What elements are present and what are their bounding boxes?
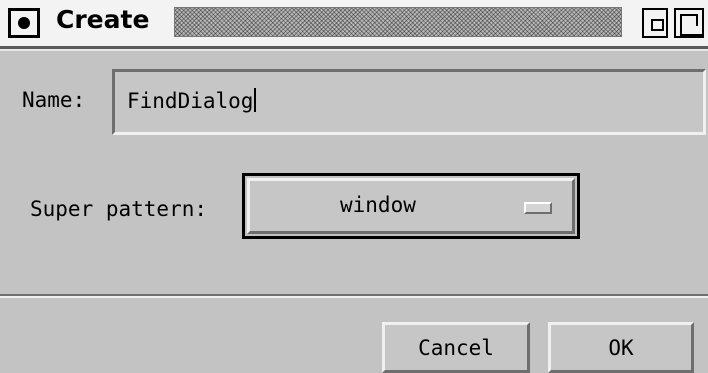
title-drag-area[interactable] <box>174 7 622 37</box>
window-menu-icon <box>18 17 30 29</box>
title-bar[interactable]: Create <box>0 0 708 49</box>
text-cursor <box>254 88 257 112</box>
minimize-button[interactable] <box>642 8 668 38</box>
ok-button[interactable]: OK <box>548 322 694 373</box>
super-pattern-value: window <box>340 193 416 217</box>
name-label: Name: <box>22 88 86 112</box>
super-pattern-label: Super pattern: <box>30 197 208 221</box>
create-dialog: Create Name: FindDialog Super pattern: w… <box>0 0 708 373</box>
maximize-button[interactable] <box>674 8 704 38</box>
name-input[interactable]: FindDialog <box>112 69 706 135</box>
option-menu-indicator-icon <box>524 202 552 214</box>
minimize-icon <box>651 19 664 31</box>
window-title: Create <box>56 5 150 34</box>
maximize-icon <box>680 14 698 26</box>
name-input-value: FindDialog <box>127 89 254 113</box>
window-menu-button[interactable] <box>8 8 40 38</box>
cancel-button[interactable]: Cancel <box>382 322 530 373</box>
separator <box>0 294 708 298</box>
super-pattern-option-menu[interactable]: window <box>242 173 580 239</box>
